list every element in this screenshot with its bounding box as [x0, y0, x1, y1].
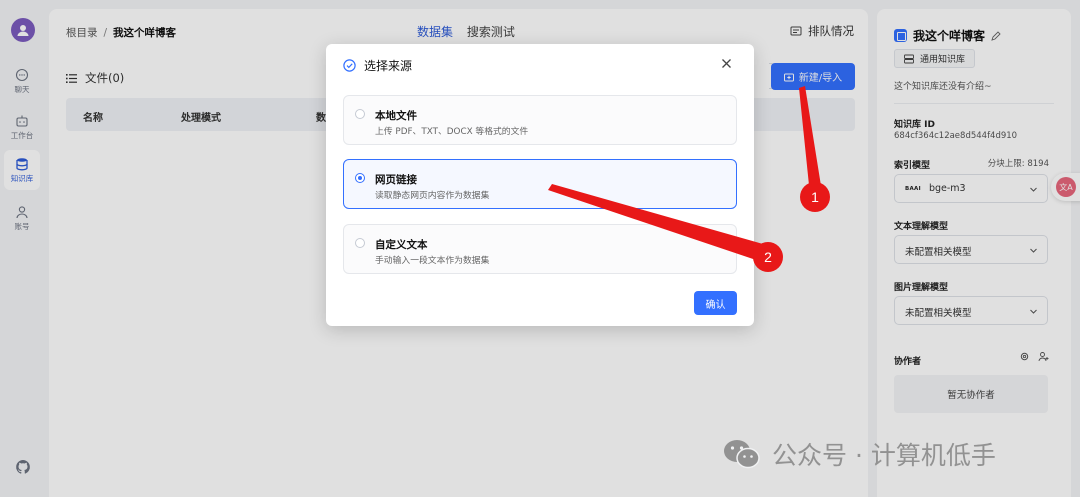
- dialog-header: 选择来源: [343, 57, 412, 74]
- source-option-local-file[interactable]: 本地文件 上传 PDF、TXT、DOCX 等格式的文件: [343, 95, 737, 145]
- check-circle-icon: [343, 59, 356, 72]
- wechat-icon: [724, 440, 760, 469]
- select-source-dialog: 选择来源 本地文件 上传 PDF、TXT、DOCX 等格式的文件 网页链接 读取…: [326, 44, 754, 326]
- source-option-web-link[interactable]: 网页链接 读取静态网页内容作为数据集: [343, 159, 737, 209]
- dialog-title: 选择来源: [364, 59, 413, 73]
- option-desc: 上传 PDF、TXT、DOCX 等格式的文件: [375, 127, 529, 137]
- option-title: 网页链接: [375, 174, 417, 186]
- radio-local-file[interactable]: [355, 109, 365, 119]
- option-title: 自定义文本: [375, 239, 428, 251]
- confirm-button[interactable]: 确认: [694, 291, 737, 315]
- annotation-badge-2: 2: [753, 242, 783, 272]
- radio-web-link[interactable]: [355, 173, 365, 183]
- watermark-text: 公众号 · 计算机低手: [772, 441, 996, 470]
- option-desc: 读取静态网页内容作为数据集: [375, 191, 490, 201]
- annotation-badge-1: 1: [800, 182, 830, 212]
- option-desc: 手动输入一段文本作为数据集: [375, 256, 490, 266]
- close-icon[interactable]: [720, 57, 733, 70]
- source-option-custom-text[interactable]: 自定义文本 手动输入一段文本作为数据集: [343, 224, 737, 274]
- radio-custom-text[interactable]: [355, 238, 365, 248]
- option-title: 本地文件: [375, 110, 417, 122]
- watermark: 公众号 · 计算机低手: [722, 436, 996, 472]
